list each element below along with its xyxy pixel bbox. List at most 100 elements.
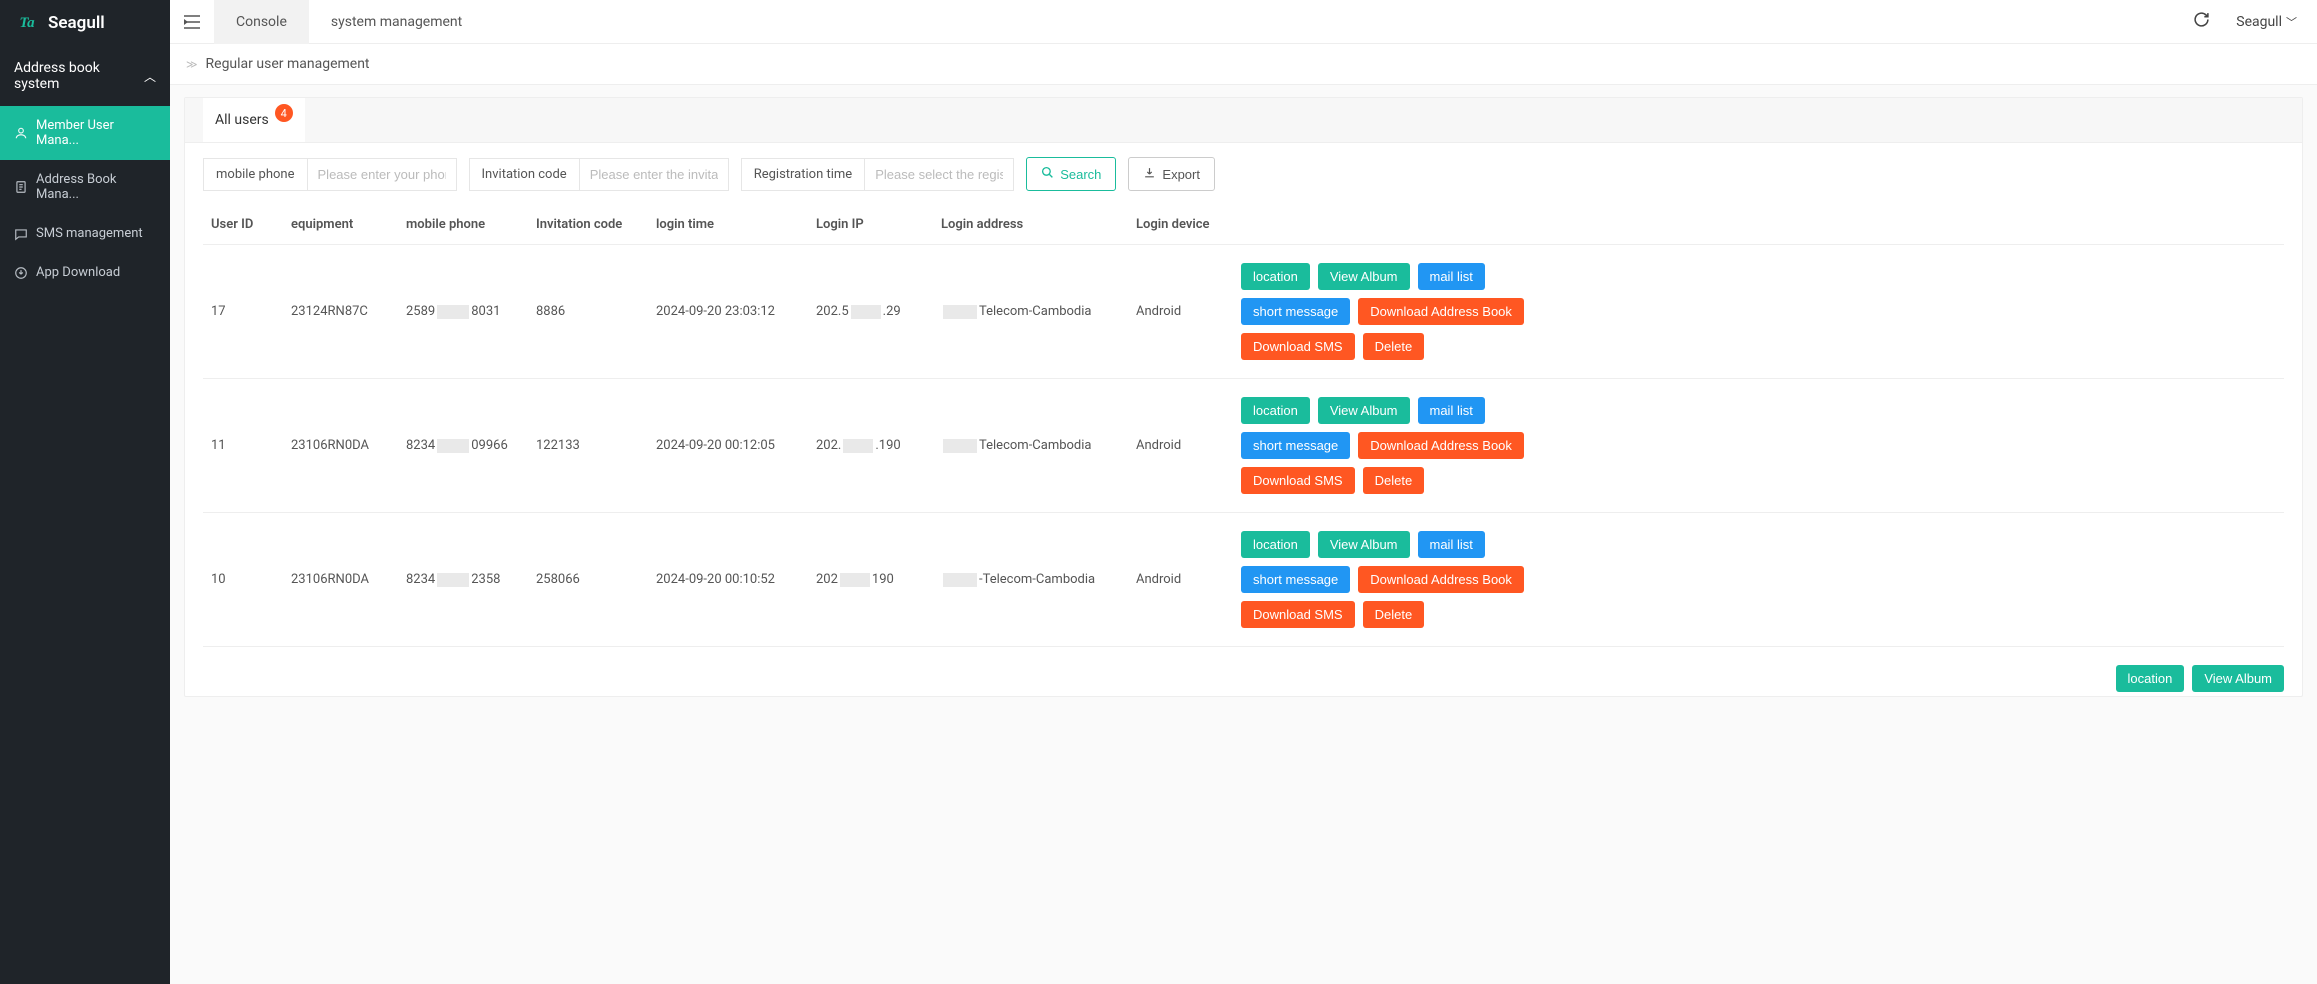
column-header-actions [1233, 205, 2284, 245]
view-album-button[interactable]: View Album [2192, 665, 2284, 692]
download-sms-button[interactable]: Download SMS [1241, 467, 1355, 494]
sidebar-item-1[interactable]: Address Book Mana... [0, 160, 170, 214]
download-icon [14, 266, 28, 280]
filter-mobile-input[interactable] [307, 158, 457, 191]
cell-device: Android [1128, 245, 1233, 379]
user-label: Seagull [2236, 14, 2282, 30]
mail-list-button[interactable]: mail list [1418, 531, 1485, 558]
download-address-book-button[interactable]: Download Address Book [1358, 432, 1524, 459]
cell-invite: 8886 [528, 245, 648, 379]
view-album-button[interactable]: View Album [1318, 397, 1410, 424]
tab-badge: 4 [275, 104, 293, 122]
cell-phone: 8234xx2358 [398, 513, 528, 647]
chevron-down-icon: ﹀ [2286, 14, 2297, 30]
column-header: Login device [1128, 205, 1233, 245]
cell-actions: location View Album mail list short message… [1233, 513, 2284, 647]
column-header: mobile phone [398, 205, 528, 245]
cell-userid: 17 [203, 245, 283, 379]
mail-list-button[interactable]: mail list [1418, 397, 1485, 424]
cell-login-time: 2024-09-20 23:03:12 [648, 245, 808, 379]
cell-address: xxTelecom-Cambodia [933, 379, 1128, 513]
mail-list-button[interactable]: mail list [1418, 263, 1485, 290]
filter-invite-input[interactable] [579, 158, 729, 191]
location-button[interactable]: location [1241, 263, 1310, 290]
search-icon [1041, 166, 1054, 182]
filter-registration: Registration time [741, 158, 1015, 191]
sidebar-item-label: Member User Mana... [36, 118, 156, 148]
cell-login-time: 2024-09-20 00:12:05 [648, 379, 808, 513]
sidebar-item-2[interactable]: SMS management [0, 214, 170, 253]
cell-phone: 8234xx09966 [398, 379, 528, 513]
cell-actions: location View Album mail list short message… [1233, 379, 2284, 513]
view-album-button[interactable]: View Album [1318, 531, 1410, 558]
tab-label: All users [215, 112, 269, 128]
download-sms-button[interactable]: Download SMS [1241, 601, 1355, 628]
download-address-book-button[interactable]: Download Address Book [1358, 566, 1524, 593]
column-header: User ID [203, 205, 283, 245]
cell-ip: 202.5xx.29 [808, 245, 933, 379]
short-message-button[interactable]: short message [1241, 566, 1350, 593]
sidebar-item-3[interactable]: App Download [0, 253, 170, 292]
cell-actions: location View Album mail list short message… [1233, 245, 2284, 379]
filter-invite: Invitation code [469, 158, 729, 191]
sidebar-item-label: SMS management [36, 226, 143, 241]
table-row: 1723124RN87C2589xx803188862024-09-20 23:… [203, 245, 2284, 379]
filter-mobile: mobile phone [203, 158, 457, 191]
export-icon [1143, 166, 1156, 182]
sidebar-item-label: App Download [36, 265, 120, 280]
cell-userid: 11 [203, 379, 283, 513]
cell-ip: 202.xx.190 [808, 379, 933, 513]
refresh-icon[interactable] [2193, 11, 2210, 33]
sidebar-item-0[interactable]: Member User Mana... [0, 106, 170, 160]
download-sms-button[interactable]: Download SMS [1241, 333, 1355, 360]
sidebar: Ta Seagull Address book system ︿ Member … [0, 0, 170, 984]
top-tab-1[interactable]: system management [309, 0, 484, 44]
breadcrumb-current: Regular user management [206, 56, 370, 72]
breadcrumb: ≫ Regular user management [170, 44, 2317, 85]
users-card: All users 4 mobile phone Invitation code [184, 97, 2303, 697]
table-row: 1123106RN0DA8234xx099661221332024-09-20 … [203, 379, 2284, 513]
export-button[interactable]: Export [1128, 157, 1215, 191]
users-table: User IDequipmentmobile phoneInvitation c… [203, 205, 2284, 647]
brand: Ta Seagull [0, 0, 170, 46]
location-button[interactable]: location [1241, 397, 1310, 424]
logo-icon: Ta [14, 10, 40, 36]
nav-group-address-book[interactable]: Address book system ︿ [0, 46, 170, 106]
main: Consolesystem management Seagull ﹀ ≫ Reg… [170, 0, 2317, 984]
menu-toggle-icon[interactable] [170, 15, 214, 29]
search-button[interactable]: Search [1026, 157, 1116, 191]
tab-all-users[interactable]: All users 4 [203, 98, 305, 142]
column-header: Login address [933, 205, 1128, 245]
delete-button[interactable]: Delete [1363, 601, 1425, 628]
top-tab-0[interactable]: Console [214, 0, 309, 44]
nav-group-label: Address book system [14, 60, 144, 92]
location-button[interactable]: location [1241, 531, 1310, 558]
doc-icon [14, 180, 28, 194]
filter-registration-input[interactable] [864, 158, 1014, 191]
short-message-button[interactable]: short message [1241, 432, 1350, 459]
search-button-label: Search [1060, 167, 1101, 182]
column-header: Login IP [808, 205, 933, 245]
user-icon [14, 126, 28, 140]
card-tabs: All users 4 [185, 98, 2302, 143]
sidebar-item-label: Address Book Mana... [36, 172, 156, 202]
table-row: 1023106RN0DA8234xx23582580662024-09-20 0… [203, 513, 2284, 647]
delete-button[interactable]: Delete [1363, 333, 1425, 360]
cell-device: Android [1128, 379, 1233, 513]
cell-phone: 2589xx8031 [398, 245, 528, 379]
download-address-book-button[interactable]: Download Address Book [1358, 298, 1524, 325]
cell-equipment: 23106RN0DA [283, 513, 398, 647]
brand-name: Seagull [48, 13, 105, 33]
delete-button[interactable]: Delete [1363, 467, 1425, 494]
cell-equipment: 23124RN87C [283, 245, 398, 379]
filter-invite-label: Invitation code [469, 158, 579, 191]
short-message-button[interactable]: short message [1241, 298, 1350, 325]
cell-equipment: 23106RN0DA [283, 379, 398, 513]
location-button[interactable]: location [2116, 665, 2185, 692]
view-album-button[interactable]: View Album [1318, 263, 1410, 290]
chevron-up-icon: ︿ [144, 68, 156, 85]
user-menu[interactable]: Seagull ﹀ [2236, 14, 2297, 30]
column-header: equipment [283, 205, 398, 245]
cell-address: xxTelecom-Cambodia [933, 245, 1128, 379]
cell-userid: 10 [203, 513, 283, 647]
